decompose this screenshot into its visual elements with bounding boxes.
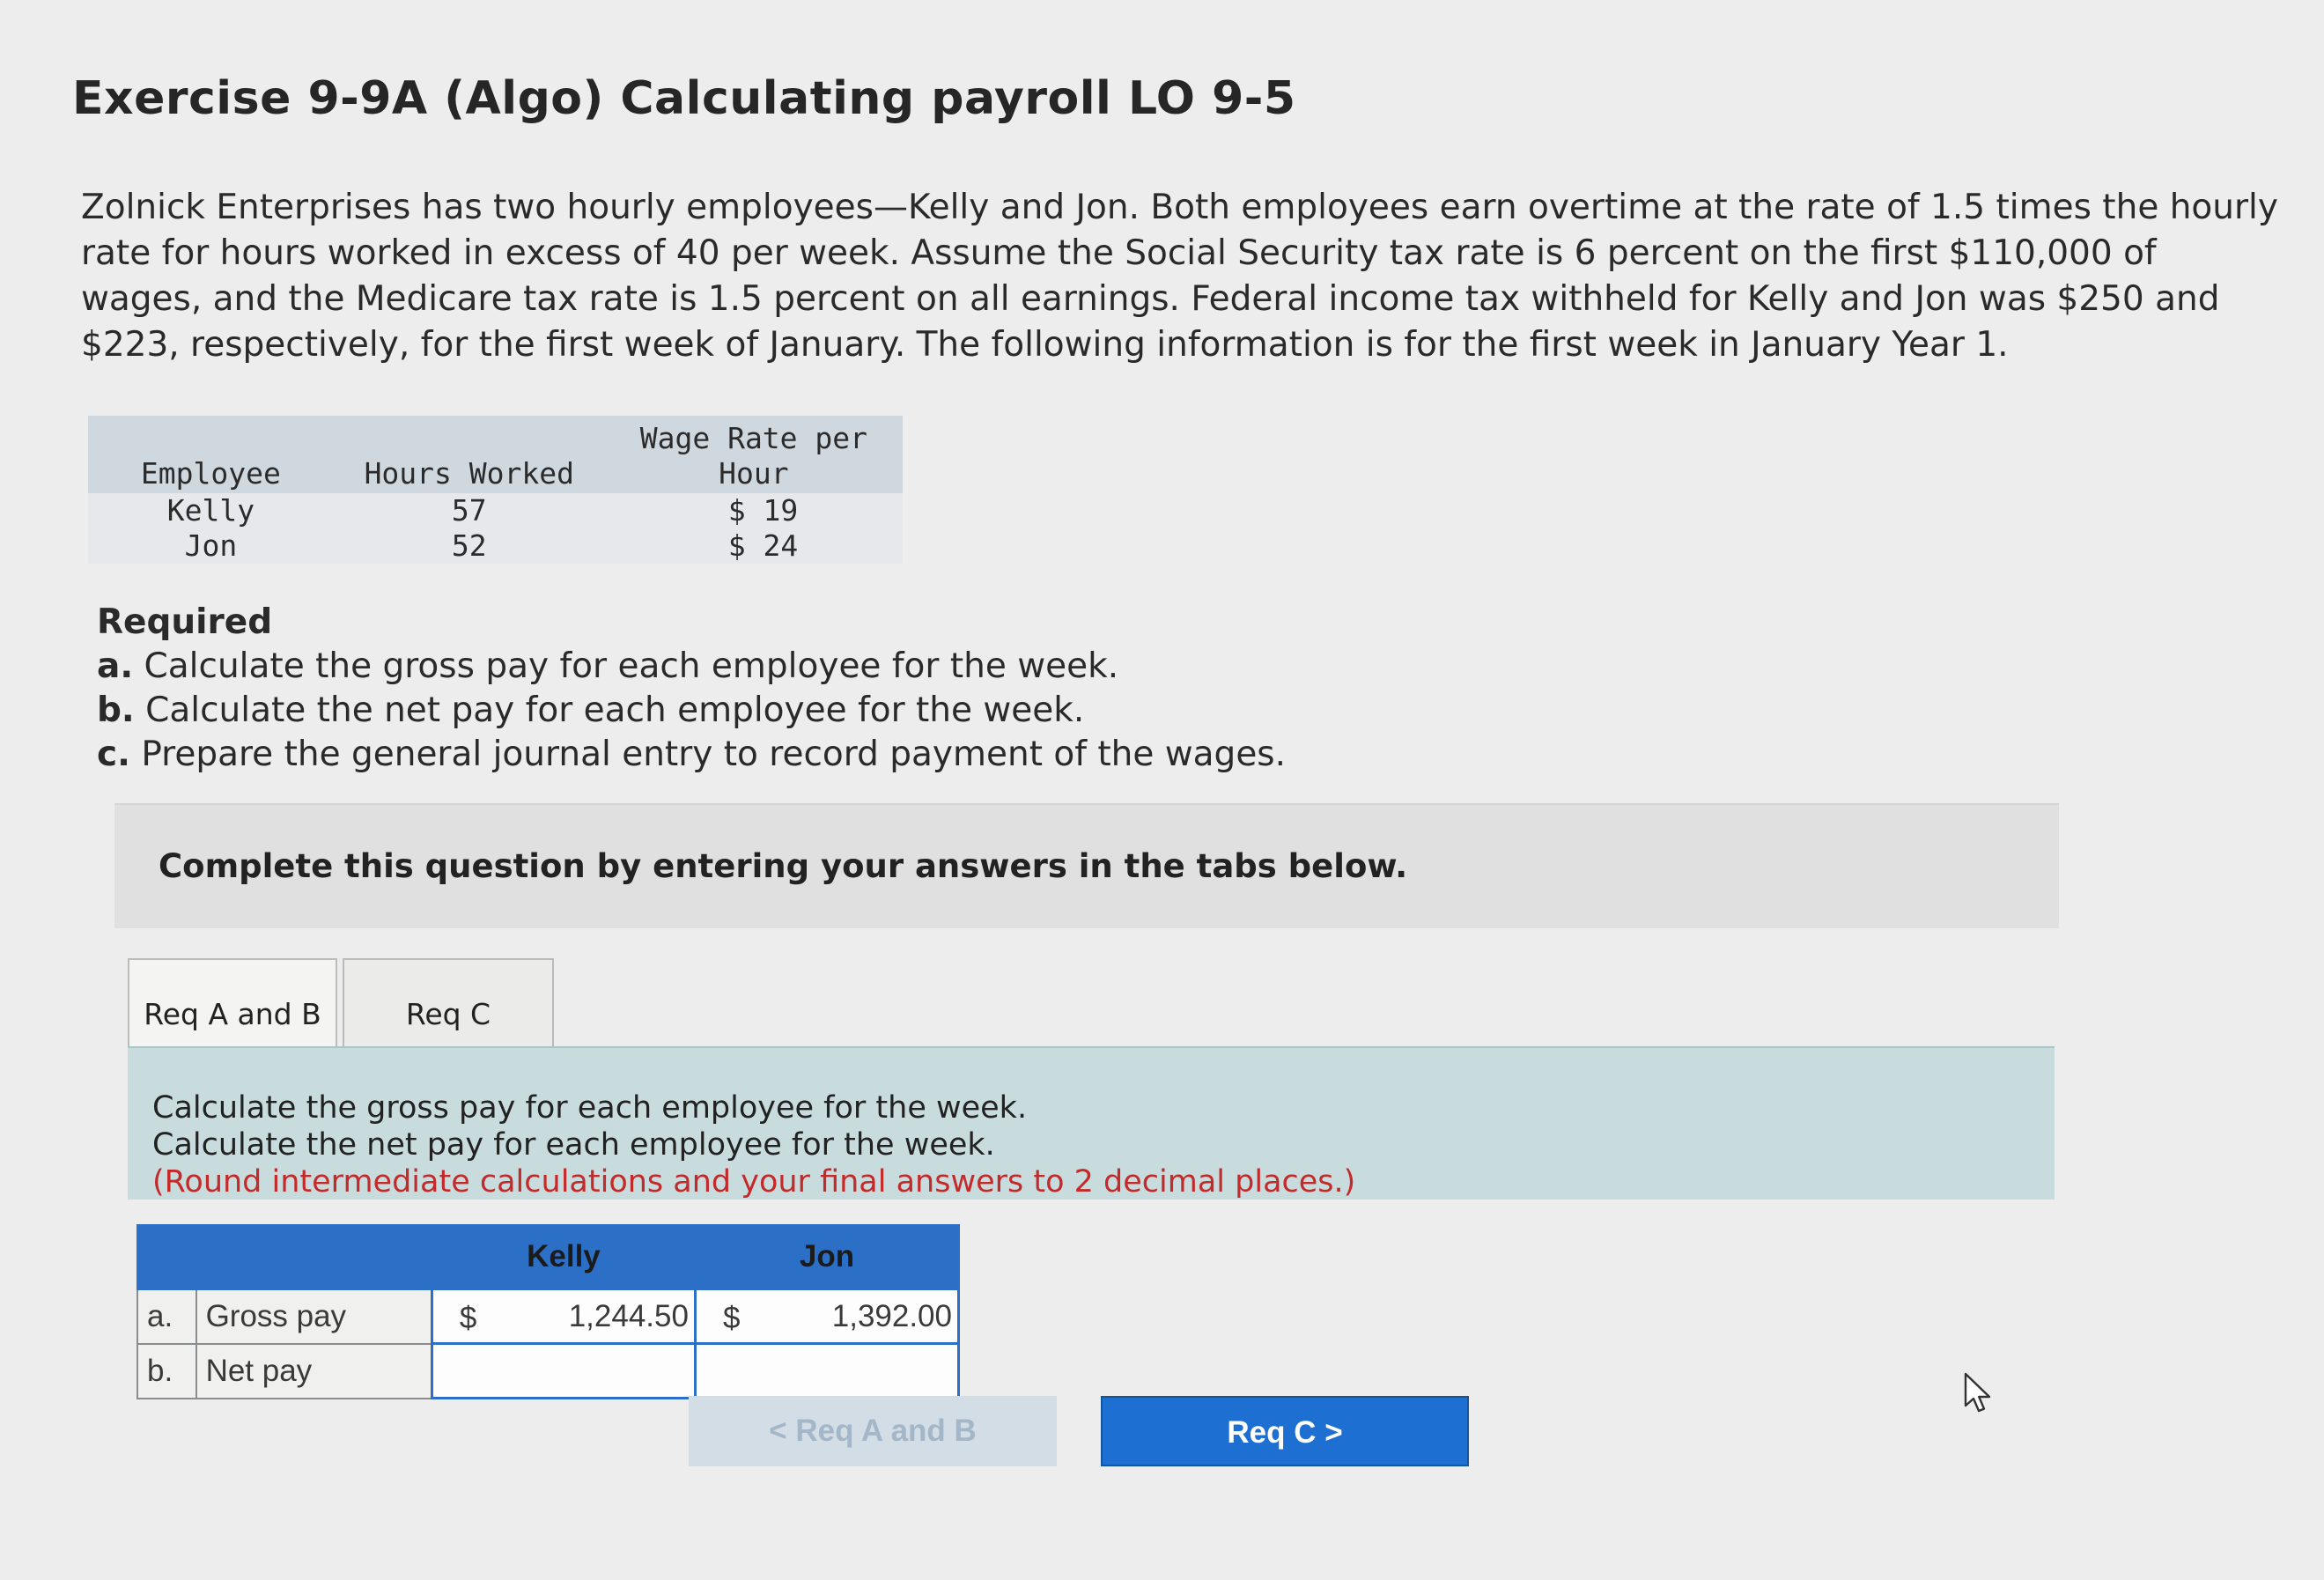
employee-name: Jon	[88, 528, 334, 564]
instruction-line-net: Calculate the net pay for each employee …	[152, 1127, 995, 1163]
banner-text: Complete this question by entering your …	[159, 847, 1408, 885]
required-item-label: c.	[97, 735, 130, 774]
column-header-jon: Jon	[694, 1224, 960, 1290]
wage-rate: $ 24	[604, 528, 903, 564]
instruction-line-gross: Calculate the gross pay for each employe…	[152, 1090, 1028, 1126]
employee-data-table: Employee Hours Worked Wage Rate per Hour…	[88, 416, 903, 564]
header-employee: Employee	[88, 416, 334, 493]
row-index: a.	[136, 1288, 197, 1345]
answer-header-row: Kelly Jon	[136, 1224, 960, 1290]
rounding-note: (Round intermediate calculations and you…	[152, 1164, 1356, 1200]
required-item-a: a. Calculate the gross pay for each empl…	[97, 645, 1286, 689]
table-row: a. Gross pay $ 1,244.50 $ 1,392.00	[136, 1288, 961, 1345]
input-value: 1,392.00	[831, 1299, 952, 1333]
kelly-net-pay-input[interactable]	[430, 1342, 697, 1399]
jon-net-pay-input[interactable]	[693, 1342, 961, 1399]
row-index: b.	[136, 1342, 197, 1399]
required-item-text: Calculate the net pay for each employee …	[145, 690, 1085, 730]
employee-name: Kelly	[88, 493, 334, 528]
tab-instructions-panel: Calculate the gross pay for each employe…	[128, 1046, 2055, 1200]
hours-worked: 52	[333, 528, 605, 564]
required-item-text: Calculate the gross pay for each employe…	[144, 646, 1119, 686]
currency-symbol: $	[459, 1301, 477, 1335]
hours-worked: 57	[333, 493, 605, 528]
column-header-kelly: Kelly	[431, 1224, 697, 1290]
header-wage-rate: Wage Rate per Hour	[604, 416, 903, 493]
answer-table: Kelly Jon a. Gross pay $ 1,244.50 $ 1,39…	[136, 1224, 961, 1399]
table-row: Jon 52 $ 24	[88, 528, 903, 564]
answer-header-blank	[136, 1224, 433, 1290]
exercise-title: Exercise 9-9A (Algo) Calculating payroll…	[72, 72, 1296, 125]
next-req-c-button[interactable]: Req C >	[1101, 1396, 1469, 1466]
required-item-b: b. Calculate the net pay for each employ…	[97, 689, 1286, 733]
required-item-label: a.	[97, 646, 134, 686]
row-label: Gross pay	[195, 1288, 433, 1345]
required-item-c: c. Prepare the general journal entry to …	[97, 733, 1286, 777]
problem-statement: Zolnick Enterprises has two hourly emplo…	[81, 188, 2278, 365]
kelly-gross-pay-input[interactable]: $ 1,244.50	[430, 1288, 697, 1345]
input-value: 1,244.50	[568, 1299, 689, 1333]
row-label: Net pay	[195, 1342, 433, 1399]
page: Exercise 9-9A (Algo) Calculating payroll…	[0, 0, 2324, 1580]
required-item-text: Prepare the general journal entry to rec…	[141, 735, 1287, 774]
required-section: Required a. Calculate the gross pay for …	[97, 601, 1286, 777]
required-item-label: b.	[97, 690, 135, 730]
jon-gross-pay-input[interactable]: $ 1,392.00	[693, 1288, 961, 1345]
instruction-banner: Complete this question by entering your …	[114, 803, 2059, 928]
table-row: Kelly 57 $ 19	[88, 493, 903, 528]
table-row: b. Net pay	[136, 1342, 961, 1399]
currency-symbol: $	[722, 1301, 741, 1335]
header-hours-worked: Hours Worked	[333, 416, 605, 493]
prev-req-a-and-b-button[interactable]: < Req A and B	[689, 1396, 1057, 1466]
mouse-cursor-icon	[1964, 1372, 1991, 1413]
table-header-row: Employee Hours Worked Wage Rate per Hour	[88, 416, 903, 493]
wage-rate: $ 19	[604, 493, 903, 528]
required-heading: Required	[97, 602, 273, 642]
